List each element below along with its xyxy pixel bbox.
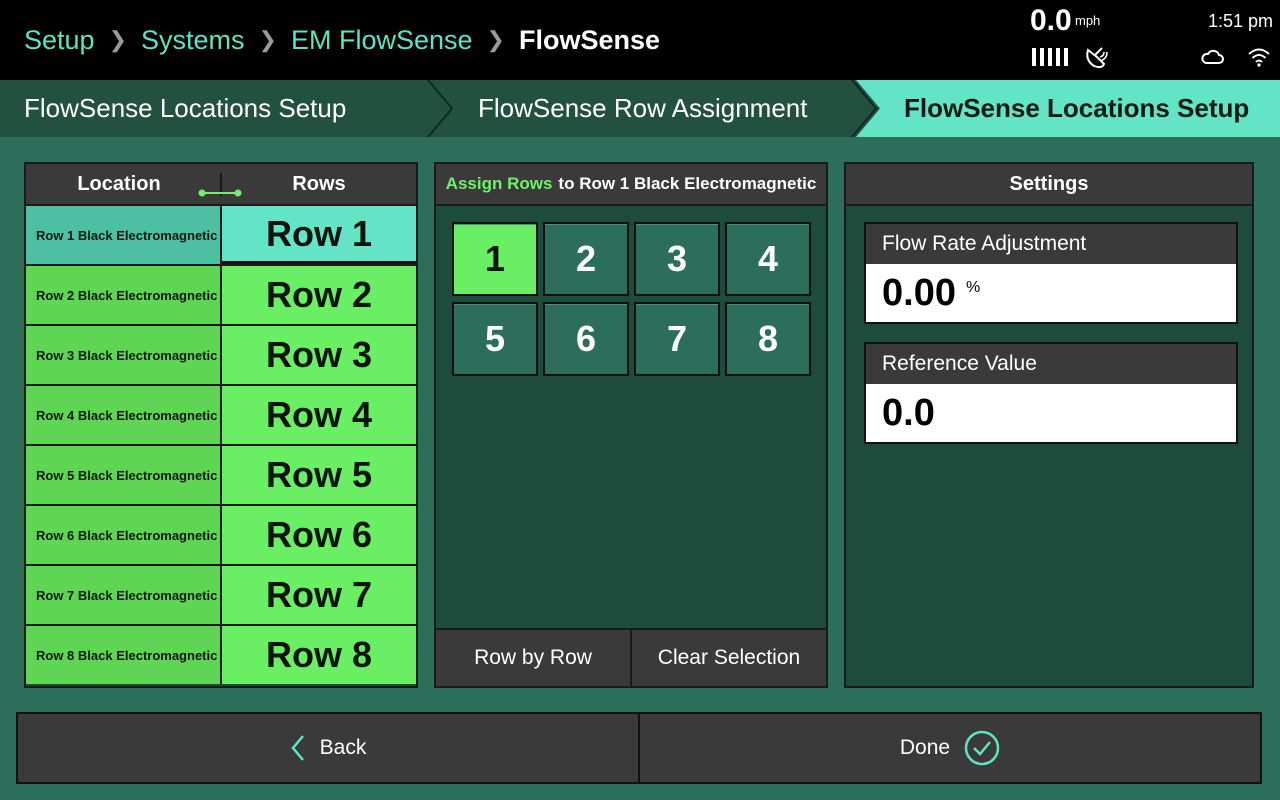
chevron-right-icon: ❯ bbox=[258, 27, 277, 52]
location-label: Row 2 Black Electromagnetic bbox=[26, 266, 222, 324]
reference-value: 0.0 bbox=[882, 391, 935, 434]
cloud-icon bbox=[1201, 49, 1224, 64]
done-label: Done bbox=[899, 736, 951, 759]
satellite-icon bbox=[1086, 47, 1108, 69]
location-header-cell: Location bbox=[26, 172, 242, 196]
gps-signal-bars-icon bbox=[1032, 48, 1068, 66]
breadcrumb-setup[interactable]: Setup bbox=[24, 25, 95, 56]
breadcrumb-em-flowsense[interactable]: EM FlowSense bbox=[291, 25, 473, 56]
location-row-7[interactable]: Row 7 Black Electromagnetic Row 7 bbox=[26, 564, 416, 624]
tab-row-assignment[interactable]: FlowSense Row Assignment bbox=[478, 80, 807, 137]
location-label: Row 7 Black Electromagnetic bbox=[26, 566, 222, 624]
assign-rows-target: to Row 1 Black Electromagnetic bbox=[558, 174, 817, 193]
row-number-2-button[interactable]: 2 bbox=[543, 222, 629, 296]
speed-unit: mph bbox=[1075, 13, 1101, 28]
row-number-5-button[interactable]: 5 bbox=[452, 302, 538, 376]
row-assignment[interactable]: Row 2 bbox=[222, 266, 416, 324]
back-button[interactable]: Back bbox=[18, 714, 638, 782]
row-assignment[interactable]: Row 8 bbox=[222, 626, 416, 684]
breadcrumb: Setup ❯ Systems ❯ EM FlowSense ❯ FlowSen… bbox=[24, 0, 660, 80]
location-row-1[interactable]: Row 1 Black Electromagnetic Row 1 bbox=[26, 206, 416, 264]
row-number-1-button[interactable]: 1 bbox=[452, 222, 538, 296]
flow-rate-adjustment-value: 0.00 bbox=[882, 271, 956, 314]
row-number-4-button[interactable]: 4 bbox=[725, 222, 811, 296]
wifi-icon bbox=[1248, 48, 1270, 67]
check-circle-icon bbox=[964, 730, 1000, 766]
step-tabs: FlowSense Locations Setup FlowSense Row … bbox=[0, 80, 1280, 137]
reference-value-label: Reference Value bbox=[866, 344, 1236, 384]
assign-rows-panel: Assign Rows to Row 1 Black Electromagnet… bbox=[434, 162, 828, 688]
row-number-8-button[interactable]: 8 bbox=[725, 302, 811, 376]
location-rows-header: Location Rows bbox=[26, 164, 416, 206]
location-header: Location bbox=[77, 172, 161, 195]
clear-selection-button[interactable]: Clear Selection bbox=[630, 630, 826, 686]
location-label: Row 8 Black Electromagnetic bbox=[26, 626, 222, 684]
location-row-3[interactable]: Row 3 Black Electromagnetic Row 3 bbox=[26, 324, 416, 384]
location-label: Row 5 Black Electromagnetic bbox=[26, 446, 222, 504]
flow-rate-adjustment-field[interactable]: 0.00 % bbox=[866, 264, 1236, 322]
location-label: Row 1 Black Electromagnetic bbox=[26, 206, 222, 264]
breadcrumb-systems[interactable]: Systems bbox=[141, 25, 245, 56]
tab-locations-setup-2[interactable]: FlowSense Locations Setup bbox=[904, 80, 1249, 137]
row-assignment[interactable]: Row 1 bbox=[222, 206, 416, 264]
top-bar: Setup ❯ Systems ❯ EM FlowSense ❯ FlowSen… bbox=[0, 0, 1280, 80]
clock: 1:51 pm bbox=[1208, 11, 1274, 31]
assign-actions: Row by Row Clear Selection bbox=[436, 628, 826, 686]
location-row-5[interactable]: Row 5 Black Electromagnetic Row 5 bbox=[26, 444, 416, 504]
row-assignment[interactable]: Row 4 bbox=[222, 386, 416, 444]
back-label: Back bbox=[319, 736, 367, 759]
row-number-grid: 1 2 3 4 5 6 7 8 bbox=[452, 222, 811, 376]
done-button[interactable]: Done bbox=[638, 714, 1260, 782]
location-row-8[interactable]: Row 8 Black Electromagnetic Row 8 bbox=[26, 624, 416, 684]
reference-value-field[interactable]: 0.0 bbox=[866, 384, 1236, 442]
location-list: Row 1 Black Electromagnetic Row 1 Row 2 B… bbox=[26, 206, 416, 684]
flow-rate-adjustment-box: Flow Rate Adjustment 0.00 % bbox=[864, 222, 1238, 324]
location-row-2[interactable]: Row 2 Black Electromagnetic Row 2 bbox=[26, 264, 416, 324]
row-by-row-button[interactable]: Row by Row bbox=[436, 630, 630, 686]
tab-locations-setup-1[interactable]: FlowSense Locations Setup bbox=[24, 80, 346, 137]
breadcrumb-flowsense: FlowSense bbox=[518, 24, 661, 55]
reference-value-box: Reference Value 0.0 bbox=[864, 342, 1238, 444]
assign-rows-header: Assign Rows to Row 1 Black Electromagnet… bbox=[436, 164, 826, 206]
settings-panel: Settings Flow Rate Adjustment 0.00 % Ref… bbox=[844, 162, 1254, 688]
row-assignment[interactable]: Row 5 bbox=[222, 446, 416, 504]
location-rows-panel: Location Rows Row 1 Black Electromagneti… bbox=[24, 162, 418, 688]
row-number-3-button[interactable]: 3 bbox=[634, 222, 720, 296]
location-label: Row 6 Black Electromagnetic bbox=[26, 506, 222, 564]
chevron-right-icon: ❯ bbox=[108, 27, 127, 52]
rows-header: Rows bbox=[292, 172, 346, 195]
row-assignment[interactable]: Row 7 bbox=[222, 566, 416, 624]
row-assignment[interactable]: Row 6 bbox=[222, 506, 416, 564]
row-number-6-button[interactable]: 6 bbox=[543, 302, 629, 376]
row-assignment[interactable]: Row 3 bbox=[222, 326, 416, 384]
settings-header: Settings bbox=[846, 164, 1252, 206]
chevron-right-icon: ❯ bbox=[486, 27, 505, 52]
speed-value: 0.0 bbox=[1030, 4, 1072, 37]
link-icon bbox=[198, 189, 242, 196]
footer-actions: Back Done bbox=[16, 712, 1262, 784]
row-number-7-button[interactable]: 7 bbox=[634, 302, 720, 376]
location-label: Row 3 Black Electromagnetic bbox=[26, 326, 222, 384]
flow-rate-adjustment-label: Flow Rate Adjustment bbox=[866, 224, 1236, 264]
flow-rate-unit: % bbox=[965, 279, 981, 296]
location-row-6[interactable]: Row 6 Black Electromagnetic Row 6 bbox=[26, 504, 416, 564]
location-label: Row 4 Black Electromagnetic bbox=[26, 386, 222, 444]
chevron-left-icon bbox=[291, 735, 304, 761]
assign-rows-highlight: Assign Rows bbox=[445, 174, 553, 193]
location-row-4[interactable]: Row 4 Black Electromagnetic Row 4 bbox=[26, 384, 416, 444]
